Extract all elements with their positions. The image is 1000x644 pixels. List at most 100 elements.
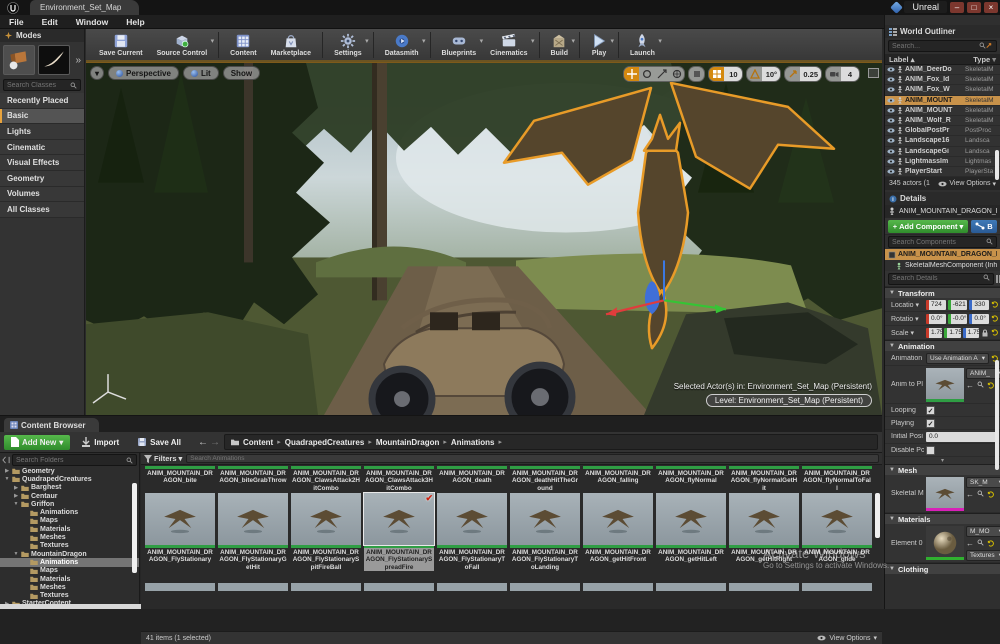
asset-tile-partial[interactable] — [510, 583, 580, 591]
outliner-row[interactable]: ANIM_MOUNTSkeletalM — [885, 96, 1000, 106]
asset-tile[interactable]: ANIM_MOUNTAIN_DRAGON_deathHitTheGround — [510, 466, 580, 492]
asset-thumbnail[interactable] — [218, 493, 288, 545]
outliner-header[interactable]: Label ▴ Type ▾ — [885, 54, 1000, 65]
asset-tile[interactable]: ANIM_MOUNTAIN_DRAGON_FlyStationaryToFall — [437, 493, 507, 571]
assets-scrollbar[interactable] — [875, 493, 880, 538]
skeletal-mesh-thumbnail[interactable] — [926, 477, 964, 511]
perspective-button[interactable]: Perspective — [108, 66, 179, 80]
toolbar-blueprints-button[interactable]: Blueprints▾ — [435, 29, 484, 60]
expand-arrow-icon[interactable]: ▼ — [4, 476, 10, 482]
actor-name-field[interactable]: ANIM_MOUNTAIN_DRAGON_FlySta — [885, 205, 1000, 218]
asset-thumbnail[interactable] — [729, 493, 799, 545]
asset-tile[interactable]: ANIM_MOUNTAIN_DRAGON_FlyStationarySpitFi… — [291, 493, 361, 571]
asset-tile[interactable]: ANIM_MOUNTAIN_DRAGON_flyNormal — [656, 466, 726, 492]
add-component-button[interactable]: + Add Component ▾ — [888, 220, 968, 233]
asset-tile-partial[interactable] — [364, 583, 434, 591]
rotation-snap-value[interactable]: 10° — [762, 67, 780, 81]
rotation-y-field[interactable]: -0.0° — [948, 314, 968, 324]
browse-to-icon[interactable] — [977, 490, 984, 499]
location-y-field[interactable]: -621 — [948, 300, 968, 310]
use-selected-icon[interactable]: ← — [966, 539, 974, 548]
visibility-eye-icon[interactable] — [887, 169, 895, 174]
folder-materials[interactable]: Materials — [0, 575, 139, 583]
folder-griffon[interactable]: ▼Griffon — [0, 500, 139, 508]
dropdown-caret-icon[interactable]: ▾ — [658, 37, 662, 45]
asset-tile[interactable]: ANIM_MOUNTAIN_DRAGON_FlyStationaryToLand… — [510, 493, 580, 571]
place-mode-button[interactable] — [3, 45, 35, 75]
show-button[interactable]: Show — [223, 66, 260, 80]
outliner-search[interactable] — [888, 40, 997, 52]
asset-tile[interactable]: ANIM_MOUNTAIN_DRAGON_getHitLeft — [656, 493, 726, 571]
modes-category-visual-effects[interactable]: Visual Effects — [0, 155, 84, 171]
asset-tile-partial[interactable] — [583, 583, 653, 591]
folder-quadrapedcreatures[interactable]: ▼QuadrapedCreatures — [0, 475, 139, 483]
dropdown-caret-icon[interactable]: ▾ — [572, 37, 576, 45]
folder-barghest[interactable]: ▶Barghest — [0, 484, 139, 492]
level-indicator[interactable]: Level: Environment_Set_Map (Persistent) — [706, 394, 872, 407]
scale-y-field[interactable]: 1.75 — [944, 328, 960, 338]
disable-post-checkbox[interactable] — [926, 446, 935, 455]
components-search[interactable] — [888, 236, 997, 248]
asset-tile[interactable]: ANIM_MOUNTAIN_DRAGON_flyNormalGetHit — [729, 466, 799, 492]
visibility-eye-icon[interactable] — [887, 138, 895, 143]
outliner-row[interactable]: GlobalPostPrPostProc — [885, 126, 1000, 136]
expand-arrow-icon[interactable]: ▼ — [13, 501, 19, 507]
edit-blueprint-button[interactable]: B — [971, 220, 997, 233]
breadcrumb-quadrapedcreatures[interactable]: QuadrapedCreatures — [285, 438, 365, 447]
reset-icon[interactable] — [987, 491, 994, 498]
reset-icon[interactable] — [991, 301, 998, 308]
back-button[interactable]: ← — [198, 437, 208, 448]
asset-thumbnail[interactable] — [656, 493, 726, 545]
details-tab[interactable]: i Details — [885, 192, 1000, 205]
camera-speed-button[interactable] — [826, 67, 841, 81]
animation-section-header[interactable]: ▼Animation — [885, 340, 1000, 351]
folders-search[interactable] — [12, 454, 137, 466]
reset-icon[interactable] — [987, 382, 994, 389]
details-search-input[interactable] — [892, 275, 983, 282]
use-selected-icon[interactable]: ← — [966, 490, 974, 499]
folder-tree-scrollbar[interactable] — [132, 483, 137, 573]
level-viewport[interactable]: ▾ Perspective Lit Show 10 10° — [86, 62, 882, 415]
asset-tile-partial[interactable] — [437, 583, 507, 591]
animation-mode-dropdown[interactable]: Use Animation A▾ — [926, 353, 989, 364]
folder-geometry[interactable]: ▶Geometry — [0, 467, 139, 475]
asset-tile-partial[interactable] — [656, 583, 726, 591]
asset-thumbnail[interactable] — [583, 493, 653, 545]
unreal-logo-icon[interactable] — [4, 1, 22, 14]
expand-arrow-icon[interactable]: ▶ — [13, 493, 19, 499]
assets-search-input[interactable] — [190, 455, 875, 462]
rotation-x-field[interactable]: 0.0° — [926, 314, 946, 324]
visibility-eye-icon[interactable] — [887, 98, 895, 103]
looping-checkbox[interactable]: ✓ — [926, 406, 935, 415]
materials-section-header[interactable]: ▼Materials — [885, 513, 1000, 524]
details-scrollbar[interactable] — [995, 360, 999, 470]
outliner-row[interactable]: ANIM_Fox_WSkeletalM — [885, 85, 1000, 95]
save-all-button[interactable]: Save All — [130, 435, 188, 450]
dropdown-caret-icon[interactable]: ▾ — [422, 37, 426, 45]
add-new-button[interactable]: Add New ▾ — [4, 435, 70, 450]
component-tree-root[interactable]: ANIM_MOUNTAIN_DRAGON_FlySta — [885, 249, 1000, 260]
surface-snap-button[interactable] — [689, 67, 704, 81]
expand-arrow-icon[interactable]: ▶ — [13, 485, 19, 491]
browse-to-icon[interactable] — [977, 381, 984, 390]
asset-tile[interactable]: ANIM_MOUNTAIN_DRAGON_death — [437, 466, 507, 492]
toolbar-play-button[interactable]: Play▾ — [584, 29, 614, 60]
asset-tile[interactable]: ✔ANIM_MOUNTAIN_DRAGON_FlyStationarySprea… — [364, 493, 434, 571]
visibility-eye-icon[interactable] — [887, 118, 895, 123]
level-tab[interactable]: Environment_Set_Map — [30, 0, 139, 15]
visibility-eye-icon[interactable] — [887, 87, 895, 92]
asset-tile[interactable]: ANIM_MOUNTAIN_DRAGON_bite — [145, 466, 215, 492]
asset-tile[interactable]: ANIM_MOUNTAIN_DRAGON_biteGrabThrow — [218, 466, 288, 492]
visibility-eye-icon[interactable] — [887, 149, 895, 154]
asset-thumbnail[interactable] — [437, 493, 507, 545]
folder-animations[interactable]: Animations — [0, 558, 139, 566]
rotate-tool-button[interactable] — [639, 67, 654, 81]
rotation-snap-button[interactable] — [747, 67, 762, 81]
lock-icon[interactable] — [981, 329, 989, 337]
maximize-button[interactable]: □ — [967, 2, 981, 13]
collapse-sources-icon[interactable] — [2, 456, 10, 464]
toolbar-settings-button[interactable]: Settings▾ — [327, 29, 369, 60]
scale-tool-button[interactable] — [654, 67, 669, 81]
folder-materials[interactable]: Materials — [0, 525, 139, 533]
modes-search-input[interactable] — [7, 82, 70, 89]
